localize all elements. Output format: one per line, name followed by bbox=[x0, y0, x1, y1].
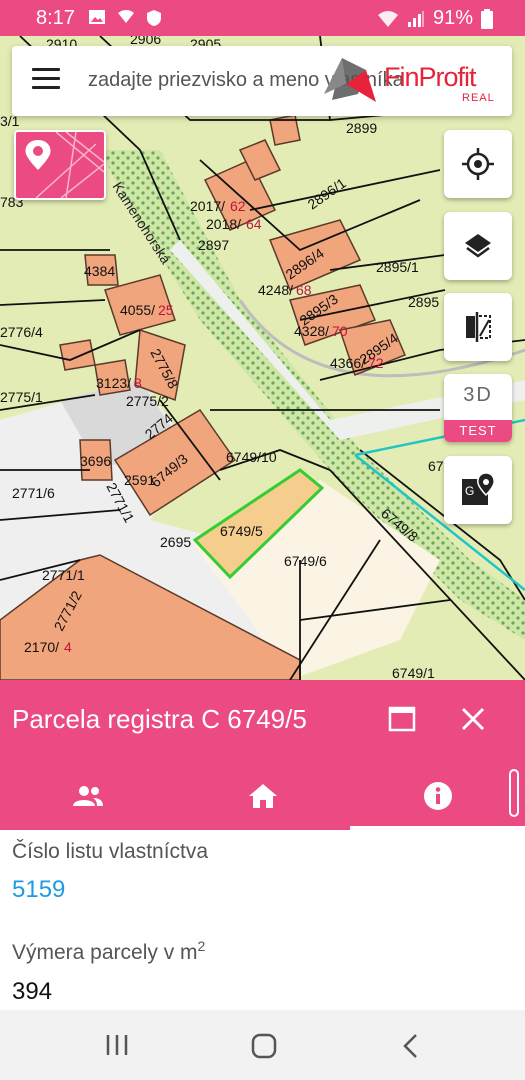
map-label: 67 bbox=[428, 458, 444, 474]
google-maps-button[interactable]: G bbox=[444, 456, 512, 524]
finprofit-logo: FinProfit REAL bbox=[322, 54, 502, 108]
map-label: 3696 bbox=[80, 453, 111, 469]
tab-building[interactable] bbox=[175, 770, 350, 822]
map-label: 68 bbox=[296, 282, 312, 298]
map-label: 2771/6 bbox=[12, 485, 55, 501]
location-pin-icon bbox=[25, 131, 105, 199]
google-maps-pin-icon: G bbox=[462, 473, 495, 505]
area-label: Výmera parcely v m2 bbox=[12, 938, 205, 965]
area-label-sup: 2 bbox=[197, 938, 206, 954]
vpn-icon bbox=[118, 10, 134, 23]
ownership-sheet-value[interactable]: 5159 bbox=[12, 876, 65, 904]
gps-crosshair-icon bbox=[462, 148, 494, 180]
map-label: 2018/ bbox=[206, 216, 241, 232]
logo-sub-text: REAL bbox=[462, 92, 495, 104]
gallery-icon bbox=[89, 10, 105, 24]
map-label: 2771/1 bbox=[42, 567, 85, 583]
home-button-icon[interactable] bbox=[251, 1033, 277, 1059]
map-layer-thumbnail[interactable] bbox=[14, 130, 106, 200]
map-label: 3123/ bbox=[96, 375, 131, 391]
3d-label: 3D bbox=[463, 384, 493, 406]
map-label: 6749/6 bbox=[284, 553, 327, 569]
layers-icon bbox=[465, 234, 491, 258]
map-label: 8 bbox=[134, 375, 142, 391]
my-location-button[interactable] bbox=[444, 130, 512, 198]
compare-icon bbox=[466, 312, 491, 342]
status-time: 8:17 bbox=[36, 7, 75, 29]
3d-test-button[interactable]: 3D TEST bbox=[444, 374, 512, 442]
hamburger-menu-icon[interactable] bbox=[32, 68, 60, 92]
home-icon bbox=[248, 784, 277, 808]
area-value: 394 bbox=[12, 978, 53, 1005]
map-label: 2170/ bbox=[24, 639, 59, 655]
shield-icon bbox=[147, 10, 161, 26]
map-label: 2899 bbox=[346, 120, 377, 136]
parcel-details: Číslo listu vlastníctva 5159 Výmera parc… bbox=[0, 830, 525, 1010]
area-label-text: Výmera parcely v m bbox=[12, 941, 198, 964]
back-icon[interactable] bbox=[402, 1033, 418, 1059]
map-label: 6749/5 bbox=[220, 523, 263, 539]
map-label: 4248/ bbox=[258, 282, 293, 298]
map-label: 72 bbox=[368, 355, 384, 371]
logo-mark-icon bbox=[324, 58, 376, 102]
recent-apps-icon[interactable] bbox=[105, 1034, 129, 1056]
map-label: 4384 bbox=[84, 263, 115, 279]
tab-info[interactable] bbox=[350, 770, 525, 822]
battery-percent: 91% bbox=[432, 7, 473, 29]
close-icon[interactable] bbox=[458, 704, 488, 734]
scroll-indicator[interactable] bbox=[509, 769, 519, 817]
battery-icon bbox=[481, 8, 493, 29]
maximize-icon[interactable] bbox=[388, 706, 416, 732]
map-label: 4328/ bbox=[294, 323, 329, 339]
parcel-panel-header: Parcela registra C 6749/5 bbox=[0, 680, 525, 830]
layers-button[interactable] bbox=[444, 212, 512, 280]
map-label: 62 bbox=[230, 198, 246, 214]
map-label: 2775/2 bbox=[126, 393, 169, 409]
panel-title: Parcela registra C 6749/5 bbox=[12, 704, 307, 734]
people-icon bbox=[72, 786, 103, 806]
svg-text:G: G bbox=[465, 484, 474, 498]
map-label: 70 bbox=[332, 323, 348, 339]
test-badge: TEST bbox=[444, 420, 512, 442]
map-label: 2775/1 bbox=[0, 389, 43, 405]
status-bar: 8:17 91% bbox=[0, 0, 525, 36]
map-label: 6749/1 bbox=[392, 665, 435, 680]
tab-owners[interactable] bbox=[0, 770, 175, 822]
map-label: 6749/10 bbox=[226, 449, 277, 465]
android-nav-bar bbox=[0, 1010, 525, 1080]
map-label: 25 bbox=[158, 302, 174, 318]
compare-button[interactable] bbox=[444, 293, 512, 361]
ownership-sheet-label: Číslo listu vlastníctva bbox=[12, 840, 209, 863]
info-icon bbox=[423, 782, 452, 810]
map-label: 2895/1 bbox=[376, 259, 419, 275]
logo-brand-text: FinProfit bbox=[384, 62, 477, 92]
map-label: 2776/4 bbox=[0, 324, 43, 340]
map-label: 2897 bbox=[198, 237, 229, 253]
signal-icon bbox=[407, 10, 424, 27]
map-label: 2695 bbox=[160, 534, 191, 550]
map-label: 64 bbox=[246, 216, 262, 232]
wifi-icon bbox=[377, 10, 398, 27]
map-label: 2017/ bbox=[190, 198, 225, 214]
map-label: 2895 bbox=[408, 294, 439, 310]
map-label: 4 bbox=[64, 639, 72, 655]
map-label: 4055/ bbox=[120, 302, 155, 318]
map-label: 4366/ bbox=[330, 355, 365, 371]
